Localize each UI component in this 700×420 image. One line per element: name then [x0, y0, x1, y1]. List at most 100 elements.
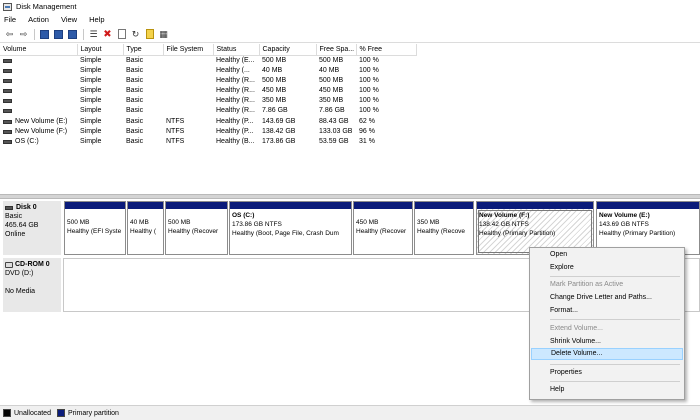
menu-view[interactable]: View [61, 15, 77, 24]
table-cell: 31 % [359, 137, 375, 145]
menu-item-format[interactable]: Format... [531, 305, 683, 317]
partition-efi[interactable]: 500 MB Healthy (EFI Syste [64, 201, 126, 255]
column-header-volume[interactable]: Volume [0, 44, 78, 56]
table-cell: Healthy (E... [216, 56, 255, 64]
table-cell: Healthy (P... [216, 127, 254, 135]
drive-icon [3, 58, 12, 63]
forward-icon[interactable]: ⇨ [17, 28, 30, 41]
table-cell: Healthy (P... [216, 117, 254, 125]
menu-separator [550, 381, 680, 382]
table-cell: 100 % [359, 107, 379, 115]
table-cell: 500 MB [319, 56, 344, 64]
menu-item-properties[interactable]: Properties [531, 367, 683, 379]
column-header-type[interactable]: Type [123, 44, 164, 56]
window-title: Disk Management [16, 2, 77, 11]
table-cell: Simple [80, 137, 102, 145]
partition-status: Healthy (Primary Partition) [599, 230, 676, 237]
table-cell: Simple [80, 127, 102, 135]
column-header-percent-free[interactable]: % Free [356, 44, 417, 56]
table-cell: Basic [126, 107, 144, 115]
table-row[interactable]: Simple Basic Healthy (... 40 MB 40 MB 100 % [0, 66, 416, 76]
properties-icon[interactable] [66, 28, 79, 41]
volume-cell [0, 76, 77, 86]
back-icon[interactable]: ⇦ [3, 28, 16, 41]
table-cell: 100 % [359, 97, 379, 105]
table-cell: NTFS [166, 137, 185, 145]
volume-cell: New Volume (E:) [0, 116, 77, 126]
partition-size: 40 MB [130, 219, 149, 226]
column-header-file-system[interactable]: File System [163, 44, 214, 56]
volume-cell: New Volume (F:) [0, 127, 77, 137]
table-cell: 96 % [359, 127, 375, 135]
primary-partition-swatch [56, 409, 65, 417]
cdrom-0-name: CD-ROM 0 [15, 261, 50, 268]
delete-icon[interactable]: ✖ [101, 28, 114, 41]
table-row[interactable]: Simple Basic Healthy (R... 500 MB 500 MB 100 … [0, 76, 416, 86]
partition-size: 173.86 GB NTFS [232, 221, 282, 228]
volume-cell [0, 96, 77, 106]
table-row[interactable]: New Volume (F:) Simple Basic NTFS Healthy (P… [0, 127, 416, 137]
column-header-layout[interactable]: Layout [77, 44, 124, 56]
column-header-status[interactable]: Status [213, 44, 260, 56]
partition-size: 138.42 GB NTFS [479, 221, 529, 228]
legend-primary: Primary partition [67, 409, 119, 417]
volume-cell [0, 66, 77, 76]
show-hide-console-tree-icon[interactable] [38, 28, 51, 41]
column-header-capacity[interactable]: Capacity [259, 44, 317, 56]
partition-recovery-450mb[interactable]: 450 MB Healthy (Recover [353, 201, 413, 255]
volume-cell [0, 55, 77, 66]
menu-help[interactable]: Help [89, 15, 104, 24]
menu-item-help[interactable]: Help [531, 384, 683, 396]
toolbar-separator [34, 28, 35, 40]
menu-item-explore[interactable]: Explore [531, 262, 683, 274]
menu-file[interactable]: File [4, 15, 16, 24]
partition-40mb[interactable]: 40 MB Healthy ( [127, 201, 164, 255]
check-icon[interactable] [115, 28, 128, 41]
table-row[interactable]: New Volume (E:) Simple Basic NTFS Healthy (P… [0, 116, 416, 126]
partition-size: 500 MB [67, 219, 90, 226]
partition-status: Healthy (Recover [168, 228, 219, 235]
partition-size: 450 MB [356, 219, 379, 226]
table-row[interactable]: OS (C:) Simple Basic NTFS Healthy (B... 173.8… [0, 137, 416, 147]
table-row[interactable]: Simple Basic Healthy (E... 500 MB 500 MB 100 … [0, 55, 416, 66]
partition-os-c[interactable]: OS (C:) 173.86 GB NTFS Healthy (Boot, Page… [229, 201, 352, 255]
table-row[interactable]: Simple Basic Healthy (R... 7.86 GB 7.86 GB 10… [0, 106, 416, 116]
menu-item-open[interactable]: Open [531, 249, 683, 261]
drive-icon [3, 129, 12, 134]
drive-icon [3, 99, 12, 104]
table-cell [163, 76, 213, 86]
connect-icon[interactable]: ☰ [87, 28, 100, 41]
table-cell: 143.69 GB [262, 117, 296, 125]
cdrom-0-label[interactable]: CD-ROM 0 DVD (D:) No Media [3, 258, 61, 312]
table-cell: 500 MB [262, 56, 287, 64]
view-icon[interactable]: ▦ [157, 28, 170, 41]
table-row[interactable]: Simple Basic Healthy (R... 350 MB 350 MB 100 … [0, 96, 416, 106]
partition-name: OS (C:) [232, 212, 255, 219]
menu-separator [550, 276, 680, 277]
drive-icon [3, 109, 12, 114]
menu-action[interactable]: Action [28, 15, 49, 24]
legend-unallocated: Unallocated [14, 409, 51, 417]
help-icon[interactable] [52, 28, 65, 41]
table-cell: 100 % [359, 66, 379, 74]
menu-item-delete-volume[interactable]: Delete Volume... [531, 348, 683, 360]
column-header-free-space[interactable]: Free Spa... [316, 44, 357, 56]
disk-0-label[interactable]: Disk 0 Basic 465.64 GB Online [3, 201, 61, 255]
volume-cell [0, 106, 77, 116]
drive-icon [3, 78, 12, 83]
table-cell: Healthy (R... [216, 76, 255, 84]
refresh-icon[interactable]: ↻ [129, 28, 142, 41]
toolbar: ⇦ ⇨ ☰ ✖ ↻ ▦ [0, 26, 700, 43]
partition-status: Healthy ( [130, 228, 157, 235]
export-icon[interactable] [143, 28, 156, 41]
table-cell: Healthy (R... [216, 97, 255, 105]
table-cell [163, 96, 213, 106]
partition-recovery-500mb[interactable]: 500 MB Healthy (Recover [165, 201, 228, 255]
menu-item-change-drive-letter[interactable]: Change Drive Letter and Paths... [531, 292, 683, 304]
partition-recovery-350mb[interactable]: 350 MB Healthy (Recove [414, 201, 474, 255]
table-cell: Simple [80, 56, 102, 64]
table-row[interactable]: Simple Basic Healthy (R... 450 MB 450 MB 100 … [0, 86, 416, 96]
menu-item-extend-volume: Extend Volume... [550, 325, 603, 332]
menu-item-shrink-volume[interactable]: Shrink Volume... [531, 336, 683, 348]
table-cell: 100 % [359, 76, 379, 84]
